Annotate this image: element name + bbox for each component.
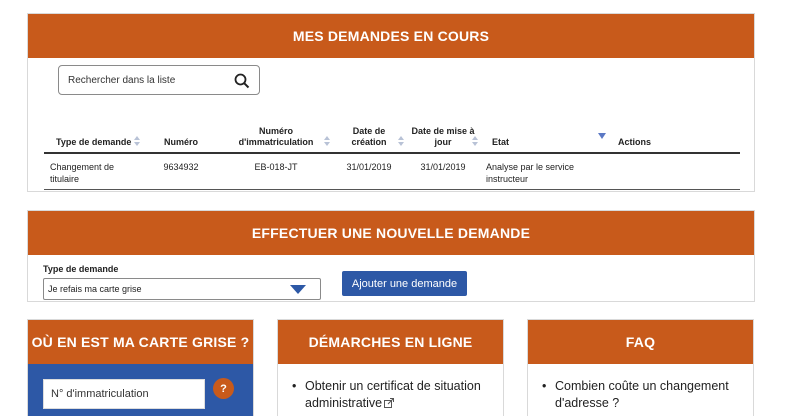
status-card: OÙ EN EST MA CARTE GRISE ? ? bbox=[27, 319, 254, 416]
col-maj[interactable]: Date de mise à jour bbox=[406, 113, 480, 154]
search-icon[interactable] bbox=[234, 73, 250, 89]
list-item[interactable]: Obtenir un certificat de situation admin… bbox=[292, 378, 497, 412]
search-input[interactable] bbox=[68, 74, 228, 86]
sort-desc-icon[interactable] bbox=[598, 133, 606, 143]
col-numero[interactable]: Numéro bbox=[142, 113, 220, 154]
requests-title: MES DEMANDES EN COURS bbox=[28, 14, 754, 58]
search-box[interactable] bbox=[58, 65, 260, 95]
col-creation[interactable]: Date de création bbox=[332, 113, 406, 154]
cell-actions bbox=[606, 153, 740, 192]
table-row: Changement de titulaire 9634932 EB-018-J… bbox=[44, 153, 740, 192]
type-label: Type de demande bbox=[43, 264, 119, 274]
requests-panel: MES DEMANDES EN COURS Type de demande Nu… bbox=[27, 13, 755, 192]
add-request-button[interactable]: Ajouter une demande bbox=[342, 271, 467, 296]
faq-card: FAQ Combien coûte un changement d'adress… bbox=[527, 319, 754, 416]
selected-type: Je refais ma carte grise bbox=[48, 284, 142, 294]
status-title: OÙ EN EST MA CARTE GRISE ? bbox=[28, 320, 253, 364]
immat-input[interactable] bbox=[43, 379, 205, 409]
sort-icon[interactable] bbox=[324, 136, 330, 146]
cell-creation: 31/01/2019 bbox=[346, 162, 392, 172]
faq-list: Combien coûte un changement d'adresse ? bbox=[542, 378, 747, 412]
col-type[interactable]: Type de demande bbox=[44, 113, 142, 154]
cell-etat: Analyse par le service instructeur bbox=[486, 162, 575, 184]
sort-icon[interactable] bbox=[398, 136, 404, 146]
new-request-panel: EFFECTUER UNE NOUVELLE DEMANDE Type de d… bbox=[27, 210, 755, 302]
online-title: DÉMARCHES EN LIGNE bbox=[278, 320, 503, 364]
online-list: Obtenir un certificat de situation admin… bbox=[292, 378, 497, 412]
help-icon[interactable]: ? bbox=[213, 378, 234, 399]
external-link-icon bbox=[384, 398, 395, 408]
status-body: ? bbox=[28, 364, 253, 416]
new-request-title: EFFECTUER UNE NOUVELLE DEMANDE bbox=[28, 211, 754, 255]
cell-numero: 9634932 bbox=[163, 162, 199, 172]
sort-icon[interactable] bbox=[472, 136, 478, 146]
faq-title: FAQ bbox=[528, 320, 753, 364]
table-divider bbox=[44, 189, 740, 190]
col-etat[interactable]: Etat bbox=[480, 113, 606, 154]
requests-table: Type de demande Numéro Numéro d'immatric… bbox=[44, 113, 740, 192]
request-type-select[interactable]: Je refais ma carte grise bbox=[43, 278, 321, 300]
col-immat[interactable]: Numéro d'immatriculation bbox=[220, 113, 332, 154]
cell-type: Changement de titulaire bbox=[50, 162, 115, 184]
cell-maj: 31/01/2019 bbox=[420, 162, 466, 172]
faq-link[interactable]: Combien coûte un changement d'adresse ? bbox=[555, 379, 729, 410]
col-actions: Actions bbox=[606, 113, 740, 154]
sort-icon[interactable] bbox=[134, 136, 140, 146]
online-procedures-card: DÉMARCHES EN LIGNE Obtenir un certificat… bbox=[277, 319, 504, 416]
chevron-down-icon[interactable] bbox=[290, 285, 306, 294]
cell-immat: EB-018-JT bbox=[254, 162, 298, 172]
list-item[interactable]: Combien coûte un changement d'adresse ? bbox=[542, 378, 747, 412]
